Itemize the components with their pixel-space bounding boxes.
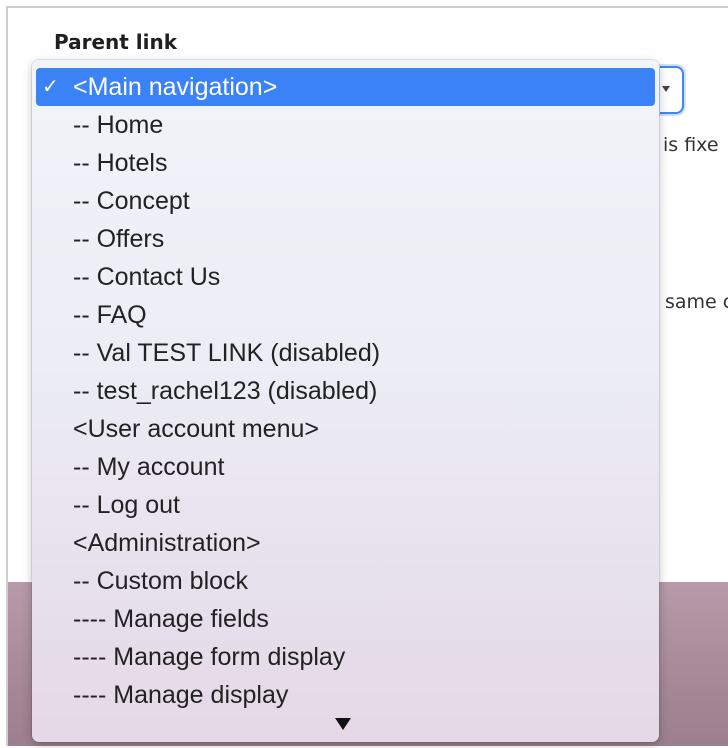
option-custom-block[interactable]: -- Custom block bbox=[32, 562, 659, 600]
option-label: -- Log out bbox=[73, 491, 181, 519]
option-label: ---- Manage display bbox=[73, 681, 289, 709]
option-manage-form-display[interactable]: ---- Manage form display bbox=[32, 638, 659, 676]
option-offers[interactable]: -- Offers bbox=[32, 220, 659, 258]
description-text-fragment: same c bbox=[665, 291, 728, 313]
option-hotels[interactable]: -- Hotels bbox=[32, 144, 659, 182]
dropdown-option-list: ✓ <Main navigation> -- Home -- Hotels --… bbox=[32, 60, 659, 714]
parent-link-label: Parent link bbox=[54, 30, 178, 54]
option-label: -- FAQ bbox=[73, 301, 147, 329]
option-faq[interactable]: -- FAQ bbox=[32, 296, 659, 334]
select-arrow-icon bbox=[662, 86, 670, 92]
parent-link-dropdown-menu[interactable]: ✓ <Main navigation> -- Home -- Hotels --… bbox=[32, 60, 659, 742]
parent-link-select[interactable] bbox=[660, 66, 684, 114]
option-label: -- Hotels bbox=[73, 149, 168, 177]
option-label: <Administration> bbox=[73, 529, 261, 557]
option-label: <Main navigation> bbox=[73, 73, 278, 101]
option-manage-fields[interactable]: ---- Manage fields bbox=[32, 600, 659, 638]
option-contact-us[interactable]: -- Contact Us bbox=[32, 258, 659, 296]
description-text-fragment: is fixe bbox=[663, 134, 719, 156]
option-administration[interactable]: <Administration> bbox=[32, 524, 659, 562]
option-label: ---- Manage form display bbox=[73, 643, 346, 671]
option-user-account-menu[interactable]: <User account menu> bbox=[32, 410, 659, 448]
option-label: -- Custom block bbox=[73, 567, 249, 595]
option-label: -- My account bbox=[73, 453, 225, 481]
scroll-down-arrow-icon[interactable] bbox=[335, 718, 351, 730]
option-label: -- Val TEST LINK (disabled) bbox=[73, 339, 381, 367]
option-label: -- test_rachel123 (disabled) bbox=[73, 377, 378, 405]
option-val-test-link[interactable]: -- Val TEST LINK (disabled) bbox=[32, 334, 659, 372]
option-label: -- Offers bbox=[73, 225, 165, 253]
option-label: ---- Manage fields bbox=[73, 605, 269, 633]
option-label: <User account menu> bbox=[73, 415, 319, 443]
option-log-out[interactable]: -- Log out bbox=[32, 486, 659, 524]
option-manage-display[interactable]: ---- Manage display bbox=[32, 676, 659, 714]
option-label: -- Contact Us bbox=[73, 263, 221, 291]
option-label: -- Concept bbox=[73, 187, 190, 215]
option-label: -- Home bbox=[73, 111, 164, 139]
option-main-navigation[interactable]: ✓ <Main navigation> bbox=[36, 68, 655, 106]
option-home[interactable]: -- Home bbox=[32, 106, 659, 144]
checkmark-icon: ✓ bbox=[42, 76, 59, 98]
option-my-account[interactable]: -- My account bbox=[32, 448, 659, 486]
option-concept[interactable]: -- Concept bbox=[32, 182, 659, 220]
option-test-rachel123[interactable]: -- test_rachel123 (disabled) bbox=[32, 372, 659, 410]
